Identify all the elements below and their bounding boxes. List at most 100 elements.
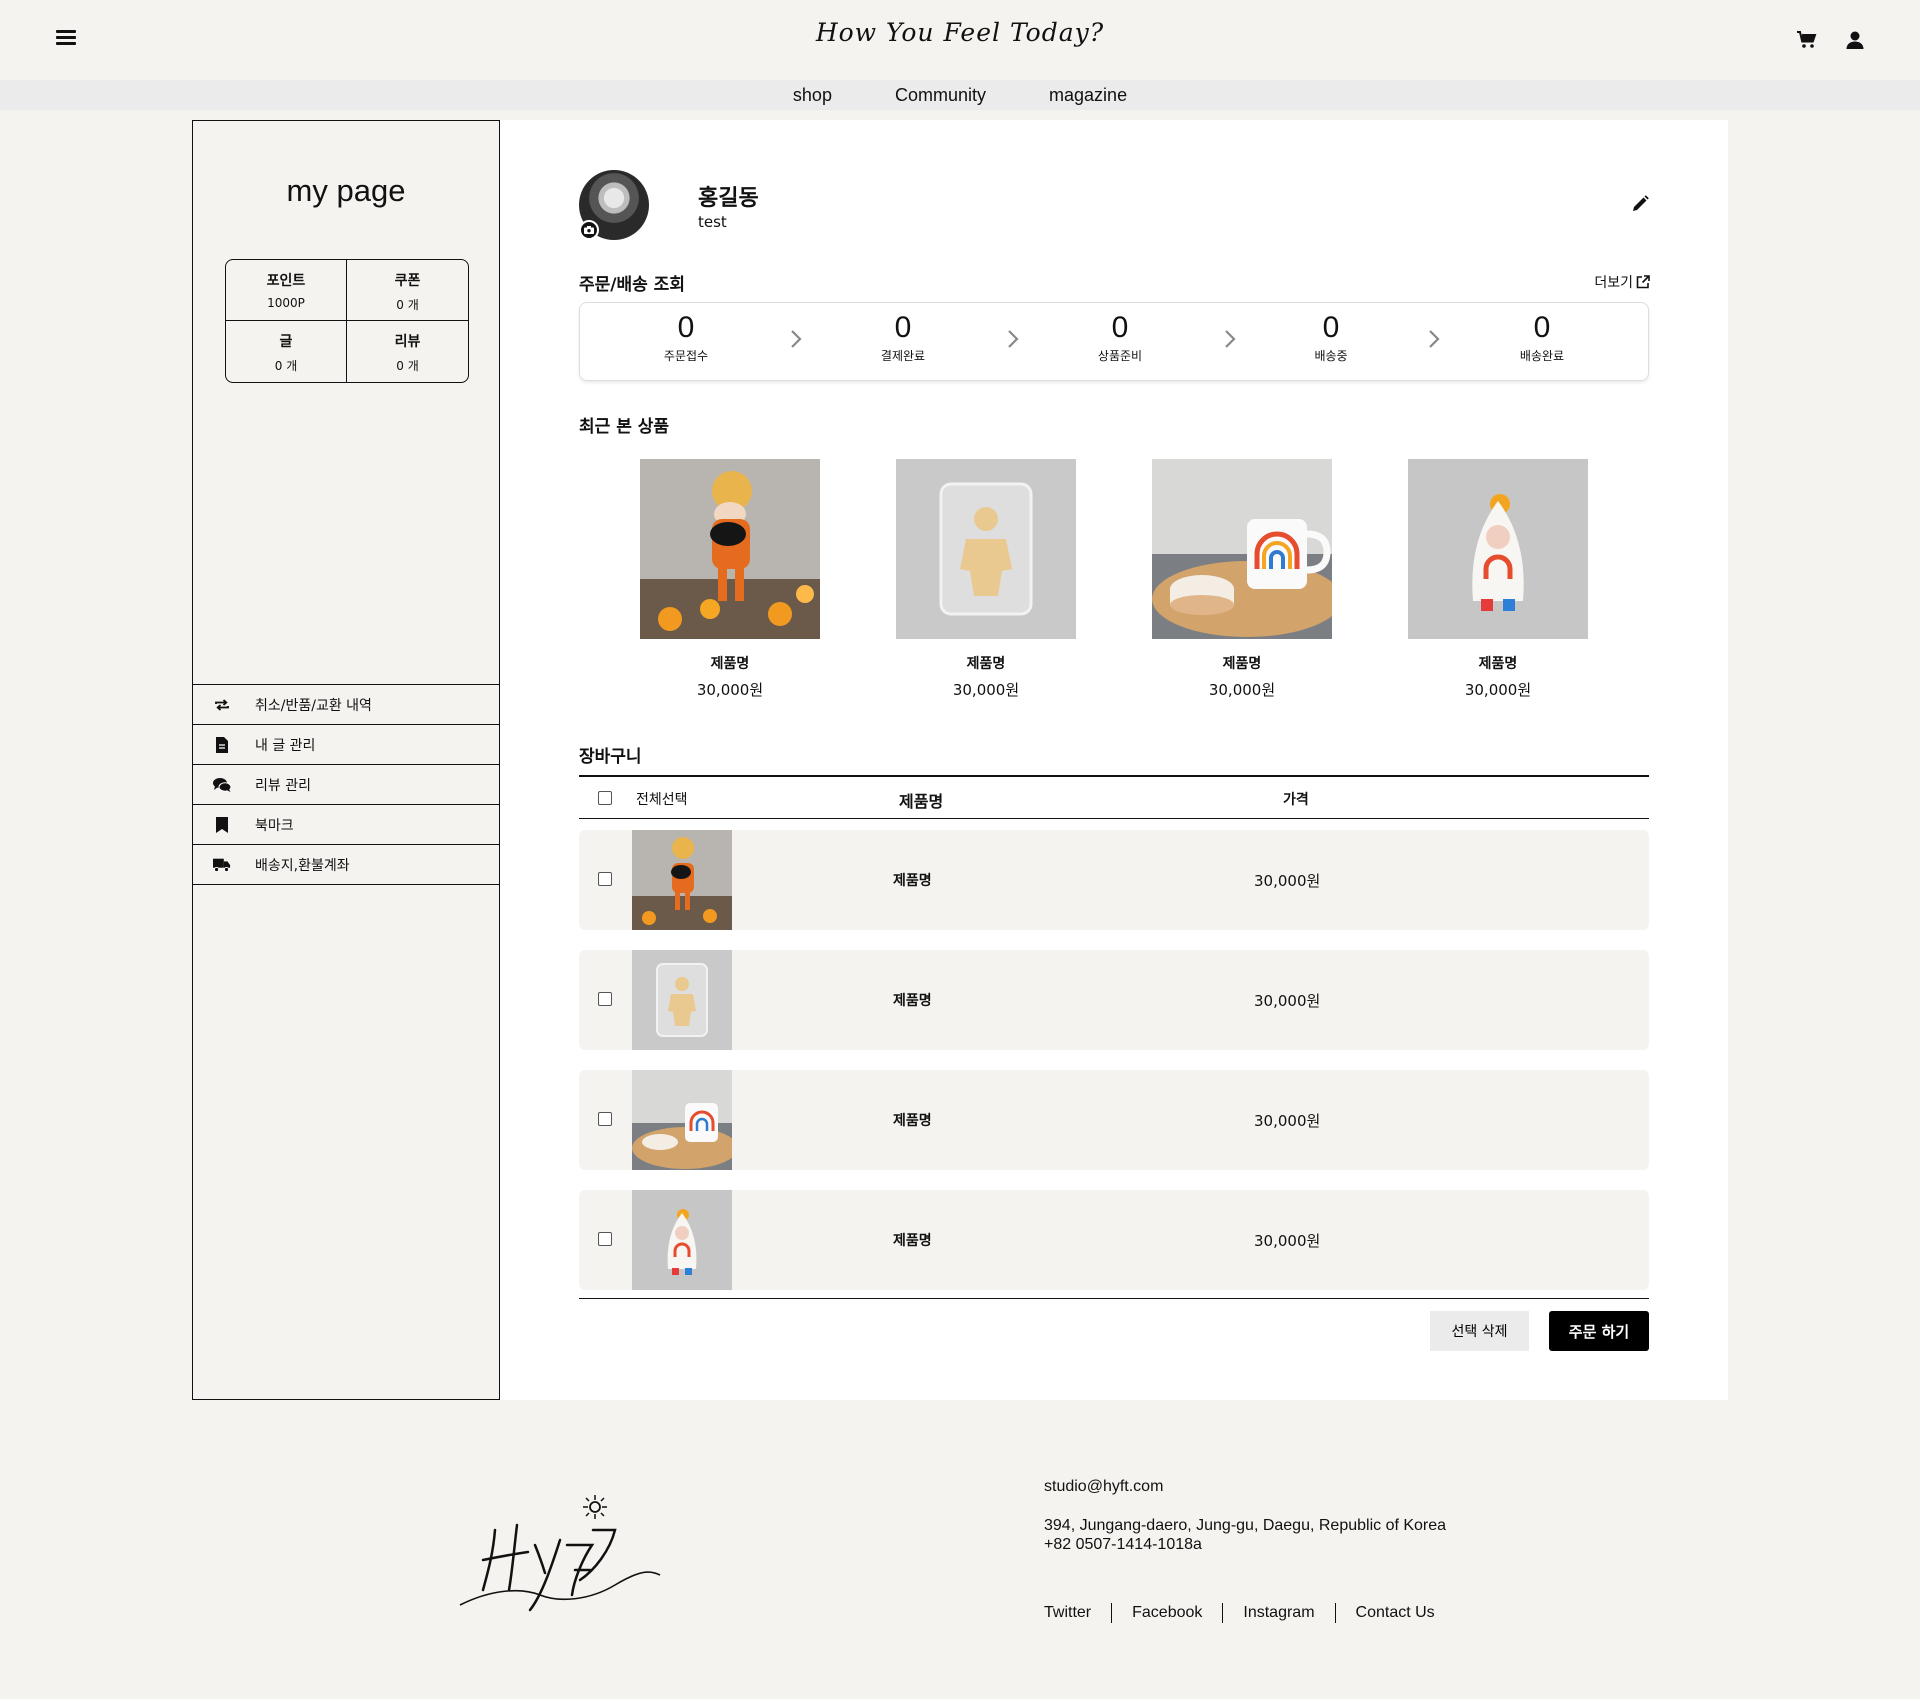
order-label: 배송완료 (1519, 349, 1565, 363)
sidebar-item-label: 리뷰 관리 (255, 777, 311, 794)
order-count: 0 (894, 311, 912, 344)
cart-item-name: 제품명 (893, 1113, 932, 1129)
recent-product-card[interactable]: 제품명 30,000원 (1152, 459, 1342, 700)
sidebar-menu: 취소/반품/교환 내역 내 글 관리 리뷰 관리 북마크 배송지,환불계좌 (193, 684, 499, 885)
stat-value: 1000P (267, 296, 305, 310)
footer-address: 394, Jungang-daero, Jung-gu, Daegu, Repu… (1044, 1516, 1446, 1554)
product-name: 제품명 (710, 656, 750, 672)
select-all-checkbox[interactable] (598, 791, 612, 805)
external-link-icon (1636, 275, 1650, 289)
delete-selected-button[interactable]: 선택 삭제 (1430, 1311, 1529, 1351)
order-step-shipping[interactable]: 0 배송중 (1271, 311, 1391, 364)
order-label: 상품준비 (1097, 349, 1143, 363)
stat-value: 0 개 (274, 359, 298, 373)
chevron-right-icon (1225, 330, 1236, 348)
order-count: 0 (1533, 311, 1551, 344)
recent-product-card[interactable]: 제품명 30,000원 (896, 459, 1076, 700)
top-bar: How You Feel Today? (0, 0, 1920, 80)
footer-email[interactable]: studio@hyft.com (1044, 1478, 1163, 1496)
product-name: 제품명 (966, 656, 1006, 672)
cart-item-price: 30,000원 (1254, 1112, 1321, 1130)
user-icon[interactable] (1843, 28, 1867, 52)
order-count: 0 (1322, 311, 1340, 344)
product-price: 30,000원 (696, 681, 764, 699)
main-nav: shop Community magazine (0, 80, 1920, 110)
user-stats: 포인트 1000P 쿠폰 0 개 글 0 개 리뷰 0 개 (225, 259, 469, 383)
nav-magazine[interactable]: magazine (1049, 80, 1127, 110)
sidebar-item-label: 북마크 (255, 817, 294, 834)
order-count: 0 (1111, 311, 1129, 344)
truck-icon (213, 856, 231, 874)
sidebar-item-label: 취소/반품/교환 내역 (255, 697, 372, 714)
stat-label: 글 (279, 334, 293, 350)
stat-label: 리뷰 (394, 334, 421, 350)
sidebar-item-shipping[interactable]: 배송지,환불계좌 (193, 845, 499, 885)
stat-posts[interactable]: 글 0 개 (226, 321, 347, 382)
footer-link-contact[interactable]: Contact Us (1334, 1603, 1455, 1623)
sidebar-item-reviews[interactable]: 리뷰 관리 (193, 765, 499, 805)
order-step-delivered[interactable]: 0 배송완료 (1482, 311, 1602, 364)
product-image (1152, 459, 1342, 639)
order-label: 결제완료 (880, 349, 926, 363)
sidebar-item-bookmark[interactable]: 북마크 (193, 805, 499, 845)
stat-reviews[interactable]: 리뷰 0 개 (347, 321, 468, 382)
footer-links: Twitter Facebook Instagram Contact Us (1044, 1603, 1455, 1623)
footer-link-facebook[interactable]: Facebook (1111, 1603, 1222, 1623)
item-checkbox[interactable] (598, 992, 612, 1006)
cart-title: 장바구니 (579, 747, 642, 767)
product-price: 30,000원 (952, 681, 1020, 699)
order-button[interactable]: 주문 하기 (1549, 1311, 1649, 1351)
product-image[interactable] (632, 1190, 732, 1290)
product-price: 30,000원 (1464, 681, 1532, 699)
more-link-label: 더보기 (1594, 275, 1633, 291)
cart-item-name: 제품명 (893, 873, 932, 889)
order-label: 주문접수 (663, 349, 709, 363)
stat-label: 쿠폰 (394, 273, 421, 289)
recent-product-card[interactable]: 제품명 30,000원 (640, 459, 820, 700)
order-step-preparing[interactable]: 0 상품준비 (1060, 311, 1180, 364)
cart-item-price: 30,000원 (1254, 1232, 1321, 1250)
footer-link-instagram[interactable]: Instagram (1222, 1603, 1334, 1623)
cart-divider (579, 1298, 1649, 1299)
order-step-received[interactable]: 0 주문접수 (626, 311, 746, 364)
avatar[interactable] (579, 170, 649, 240)
item-checkbox[interactable] (598, 872, 612, 886)
cart-icon[interactable] (1795, 28, 1819, 52)
camera-icon[interactable] (579, 220, 599, 240)
product-image (1408, 459, 1588, 639)
sidebar-item-my-posts[interactable]: 내 글 관리 (193, 725, 499, 765)
product-image[interactable] (632, 1070, 732, 1170)
bookmark-icon (213, 816, 231, 834)
order-step-paid[interactable]: 0 결제완료 (843, 311, 963, 364)
recent-product-card[interactable]: 제품명 30,000원 (1408, 459, 1588, 700)
item-checkbox[interactable] (598, 1232, 612, 1246)
product-image[interactable] (632, 950, 732, 1050)
profile-id: test (698, 213, 727, 231)
recent-title: 최근 본 상품 (579, 417, 670, 437)
footer-phone: +82 0507-1414-1018a (1044, 1536, 1202, 1553)
sidebar-item-label: 내 글 관리 (255, 737, 316, 754)
footer-brand-logo (459, 1495, 661, 1612)
cart-item-price: 30,000원 (1254, 992, 1321, 1010)
chevron-right-icon (1008, 330, 1019, 348)
item-checkbox[interactable] (598, 1112, 612, 1126)
mypage-main: 홍길동 test 주문/배송 조회 더보기 0 주문접수 0 결제완료 0 상품… (500, 120, 1728, 1400)
brand-logo[interactable]: How You Feel Today? (0, 18, 1920, 47)
stat-points[interactable]: 포인트 1000P (226, 260, 347, 321)
nav-shop[interactable]: shop (793, 80, 832, 110)
orders-more-link[interactable]: 더보기 (1594, 272, 1650, 292)
footer-link-twitter[interactable]: Twitter (1044, 1603, 1111, 1623)
sidebar-item-returns[interactable]: 취소/반품/교환 내역 (193, 685, 499, 725)
product-name: 제품명 (1222, 656, 1262, 672)
exchange-icon (213, 696, 231, 714)
sidebar-title: my page (286, 173, 406, 208)
order-status-panel: 0 주문접수 0 결제완료 0 상품준비 0 배송중 0 배송완료 (579, 302, 1649, 381)
nav-community[interactable]: Community (895, 80, 986, 110)
stat-coupons[interactable]: 쿠폰 0 개 (347, 260, 468, 321)
column-price: 가격 (1283, 792, 1309, 808)
pencil-icon[interactable] (1630, 194, 1650, 214)
product-price: 30,000원 (1208, 681, 1276, 699)
cart-item-row: 제품명 30,000원 (579, 950, 1649, 1050)
product-image[interactable] (632, 830, 732, 930)
mypage-sidebar: my page 포인트 1000P 쿠폰 0 개 글 0 개 리뷰 0 개 취소… (192, 120, 500, 1400)
